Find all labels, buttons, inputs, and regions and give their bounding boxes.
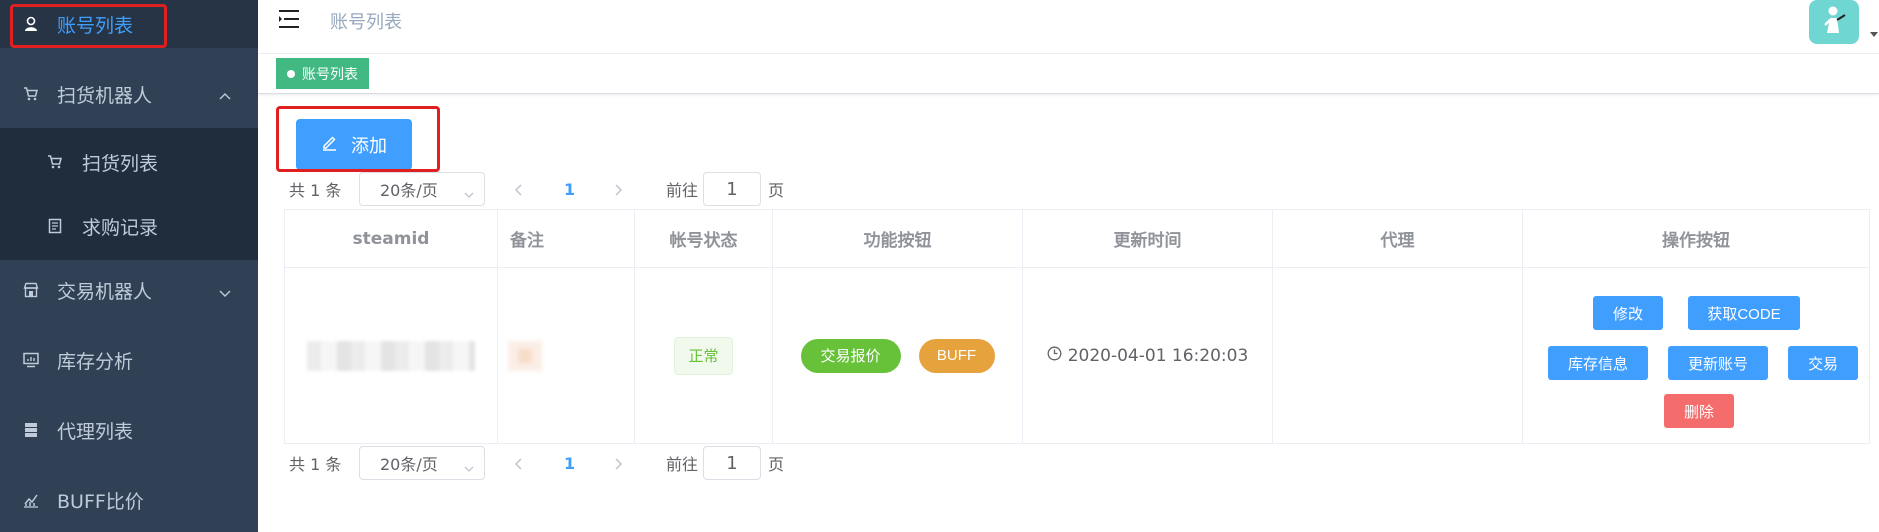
avatar-figure-icon: [1819, 3, 1849, 41]
goto-page-input[interactable]: [703, 172, 761, 206]
cell-functions: 交易报价 BUFF: [773, 268, 1023, 443]
chevron-down-icon: [218, 283, 232, 297]
avatar[interactable]: [1809, 0, 1859, 44]
add-button[interactable]: 添加: [296, 119, 412, 170]
sidebar-item-label: 交易机器人: [57, 280, 153, 303]
user-icon: [22, 15, 40, 33]
prev-page-icon[interactable]: [514, 456, 524, 470]
page-size-value: 20条/页: [380, 181, 438, 200]
document-icon: [46, 217, 64, 235]
goto-label: 前往: [666, 455, 699, 474]
tag-account-list[interactable]: 账号列表: [276, 58, 369, 89]
shop-icon: [22, 281, 40, 299]
updated-time-text: 2020-04-01 16:20:03: [1067, 345, 1249, 366]
sidebar-item-buff-compare[interactable]: BUFF比价: [0, 466, 258, 532]
sidebar: 账号列表 扫货机器人 扫货列表 求购记录 交易机器人 库存分析 代理列表 BUF…: [0, 0, 258, 532]
page-number[interactable]: 1: [564, 454, 575, 473]
updated-time: 2020-04-01 16:20:03: [1047, 345, 1249, 366]
breadcrumb: 账号列表: [330, 12, 402, 33]
pagination-total: 共 1 条: [289, 455, 342, 474]
trade-button[interactable]: 交易: [1788, 346, 1858, 380]
add-button-label: 添加: [351, 135, 387, 156]
next-page-icon[interactable]: [613, 456, 623, 470]
sidebar-item-proxy-list[interactable]: 代理列表: [0, 396, 258, 464]
cart-icon: [46, 153, 64, 171]
goto-page-input[interactable]: [703, 446, 761, 480]
redacted-remark: [508, 340, 542, 371]
sidebar-item-label: 账号列表: [57, 14, 134, 37]
trade-offer-button[interactable]: 交易报价: [800, 338, 901, 373]
header-updated: 更新时间: [1023, 210, 1273, 268]
status-badge: 正常: [674, 336, 733, 375]
page-size-value: 20条/页: [380, 455, 438, 474]
pagination-total: 共 1 条: [289, 181, 342, 200]
server-icon: [22, 421, 40, 439]
header-actions: 操作按钮: [1523, 210, 1869, 268]
redacted-steamid: [307, 340, 475, 371]
tags-view: 账号列表: [258, 54, 1879, 94]
account-table: steamid 备注 帐号状态 功能按钮 更新时间 代理 操作按钮 正常 交易报…: [284, 209, 1870, 444]
chart-icon: [22, 491, 40, 509]
sidebar-item-label: 求购记录: [82, 216, 159, 239]
buff-button[interactable]: BUFF: [918, 338, 995, 373]
sidebar-item-label: 扫货机器人: [57, 84, 153, 107]
navbar: 账号列表: [258, 0, 1879, 54]
dot-icon: [287, 69, 295, 78]
page-suffix: 页: [768, 181, 785, 200]
clock-icon: [1047, 346, 1062, 366]
delete-button[interactable]: 删除: [1664, 394, 1734, 428]
app-root: 账号列表 扫货机器人 扫货列表 求购记录 交易机器人 库存分析 代理列表 BUF…: [0, 0, 1879, 532]
cart-icon: [22, 85, 40, 103]
sidebar-item-label: 库存分析: [57, 350, 134, 373]
cell-steamid: [285, 268, 498, 443]
monitor-icon: [22, 351, 40, 369]
chevron-down-icon: [464, 459, 474, 472]
sidebar-item-label: 扫货列表: [82, 152, 159, 175]
cell-proxy: [1273, 268, 1523, 443]
cell-remark: [498, 268, 635, 443]
update-account-button[interactable]: 更新账号: [1668, 346, 1768, 380]
page-suffix: 页: [768, 455, 785, 474]
edit-button[interactable]: 修改: [1593, 296, 1663, 330]
header-remark: 备注: [498, 210, 635, 268]
prev-page-icon[interactable]: [514, 182, 524, 196]
hamburger-icon[interactable]: [278, 8, 300, 30]
page-size-select[interactable]: 20条/页: [359, 446, 485, 480]
page-size-select[interactable]: 20条/页: [359, 172, 485, 206]
sidebar-item-label: BUFF比价: [57, 490, 144, 513]
chevron-up-icon: [218, 87, 232, 101]
sidebar-item-sweep-robot[interactable]: 扫货机器人: [0, 60, 258, 128]
sidebar-item-label: 代理列表: [57, 420, 134, 443]
sidebar-item-account-list[interactable]: 账号列表: [0, 0, 258, 48]
cell-updated: 2020-04-01 16:20:03: [1023, 268, 1273, 443]
get-code-button[interactable]: 获取CODE: [1688, 296, 1800, 330]
sidebar-item-sweep-list[interactable]: 扫货列表: [0, 128, 258, 196]
chevron-down-icon: [464, 185, 474, 198]
header-proxy: 代理: [1273, 210, 1523, 268]
inventory-info-button[interactable]: 库存信息: [1548, 346, 1648, 380]
header-status: 帐号状态: [635, 210, 773, 268]
cell-status: 正常: [635, 268, 773, 443]
header-steamid: steamid: [285, 210, 498, 268]
cell-actions: 修改 获取CODE 库存信息 更新账号 交易 删除: [1523, 268, 1869, 443]
sidebar-item-inventory-analysis[interactable]: 库存分析: [0, 326, 258, 394]
caret-down-icon[interactable]: [1870, 32, 1878, 37]
goto-label: 前往: [666, 181, 699, 200]
sidebar-item-trade-robot[interactable]: 交易机器人: [0, 256, 258, 324]
next-page-icon[interactable]: [613, 182, 623, 196]
tag-label: 账号列表: [302, 66, 358, 83]
header-functions: 功能按钮: [773, 210, 1023, 268]
sidebar-item-purchase-records[interactable]: 求购记录: [0, 192, 258, 260]
page-number[interactable]: 1: [564, 180, 575, 199]
edit-icon: [321, 133, 339, 156]
